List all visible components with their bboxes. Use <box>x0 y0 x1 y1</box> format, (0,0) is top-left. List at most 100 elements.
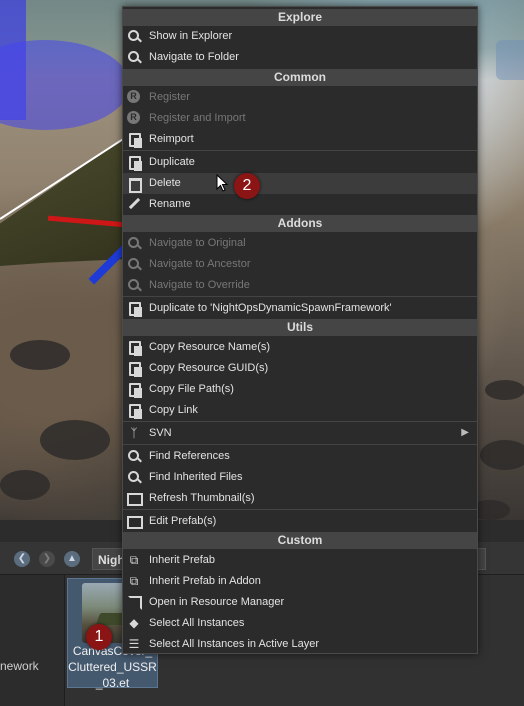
menu-item-find-inherited-files[interactable]: Find Inherited Files <box>123 467 477 488</box>
menu-item-label: SVN <box>149 427 172 439</box>
menu-item-label: Copy Link <box>149 404 198 416</box>
branch-icon: ᛉ <box>130 426 138 440</box>
menu-item-label: Inherit Prefab <box>149 554 216 566</box>
section-header-addons: Addons <box>123 215 477 232</box>
menu-item-inherit-prefab-in-addon[interactable]: ⧉ Inherit Prefab in Addon <box>123 571 477 592</box>
menu-item-navigate-to-folder[interactable]: Navigate to Folder <box>123 47 477 68</box>
menu-item-label: Navigate to Original <box>149 237 246 249</box>
search-icon <box>127 257 141 271</box>
section-header-explore: Explore <box>123 9 477 26</box>
registry-icon: R <box>127 90 141 104</box>
file-name-line: Cluttered_USSR <box>68 660 157 674</box>
menu-item-copy-file-paths[interactable]: Copy File Path(s) <box>123 379 477 400</box>
menu-item-select-all-instances[interactable]: ◆ Select All Instances <box>123 613 477 634</box>
reimport-icon <box>127 132 142 148</box>
submenu-arrow-icon: ▶ <box>461 427 469 438</box>
menu-item-navigate-to-override[interactable]: Navigate to Override <box>123 275 477 296</box>
menu-item-label: Register <box>149 91 190 103</box>
step-marker-2: 2 <box>234 173 260 199</box>
layers-icon: ☰ <box>128 637 140 651</box>
registry-icon: R <box>127 111 141 125</box>
menu-item-delete[interactable]: Delete <box>123 173 477 194</box>
section-header-utils: Utils <box>123 319 477 336</box>
file-name-line: _03.et <box>95 676 130 690</box>
menu-item-show-in-explorer[interactable]: Show in Explorer <box>123 26 477 47</box>
menu-item-navigate-to-ancestor[interactable]: Navigate to Ancestor <box>123 254 477 275</box>
menu-item-select-all-instances-active-layer[interactable]: ☰ Select All Instances in Active Layer <box>123 634 477 655</box>
search-icon <box>127 278 141 292</box>
search-icon <box>127 470 141 484</box>
menu-item-copy-resource-guids[interactable]: Copy Resource GUID(s) <box>123 358 477 379</box>
section-header-custom: Custom <box>123 532 477 549</box>
external-link-icon <box>127 595 142 610</box>
rock <box>485 380 524 400</box>
menu-separator <box>123 421 477 422</box>
up-icon[interactable]: ▲ <box>64 551 80 567</box>
menu-item-rename[interactable]: Rename <box>123 194 477 215</box>
menu-item-label: Duplicate <box>149 156 195 168</box>
menu-item-duplicate[interactable]: Duplicate <box>123 152 477 173</box>
menu-item-label: Reimport <box>149 133 194 145</box>
menu-item-label: Copy Resource Name(s) <box>149 341 271 353</box>
back-icon[interactable]: ❮ <box>14 551 30 567</box>
viewport-gizmo <box>496 40 524 80</box>
menu-item-label: Select All Instances <box>149 617 245 629</box>
menu-item-inherit-prefab[interactable]: ⧉ Inherit Prefab <box>123 550 477 571</box>
pencil-icon <box>127 197 141 211</box>
rock <box>480 440 524 470</box>
menu-item-label: Inherit Prefab in Addon <box>149 575 261 587</box>
menu-item-register[interactable]: R Register <box>123 87 477 108</box>
menu-item-label: Find Inherited Files <box>149 471 243 483</box>
menu-item-label: Copy File Path(s) <box>149 383 234 395</box>
rock <box>40 420 110 460</box>
menu-item-label: Delete <box>149 177 181 189</box>
image-icon <box>127 491 143 506</box>
step-marker-1: 1 <box>86 624 112 650</box>
search-icon <box>127 29 141 43</box>
rock <box>10 340 70 370</box>
menu-separator <box>123 509 477 510</box>
menu-separator <box>123 150 477 151</box>
menu-item-label: Copy Resource GUID(s) <box>149 362 269 374</box>
edit-icon <box>127 514 143 529</box>
menu-item-navigate-to-original[interactable]: Navigate to Original <box>123 233 477 254</box>
folder-tree[interactable] <box>0 575 65 706</box>
menu-item-label: Navigate to Ancestor <box>149 258 251 270</box>
copy-icon <box>127 382 142 398</box>
copy-icon <box>127 361 142 377</box>
menu-item-open-in-resource-manager[interactable]: Open in Resource Manager <box>123 592 477 613</box>
menu-item-label: Show in Explorer <box>149 30 233 42</box>
section-header-common: Common <box>123 69 477 86</box>
menu-item-svn[interactable]: ᛉ SVN ▶ <box>123 423 477 444</box>
context-menu: Explore Show in Explorer Navigate to Fol… <box>122 6 478 654</box>
search-icon <box>127 236 141 250</box>
menu-item-label: Register and Import <box>149 112 246 124</box>
rock <box>0 470 50 500</box>
menu-item-edit-prefabs[interactable]: Edit Prefab(s) <box>123 511 477 532</box>
select-all-icon: ◆ <box>129 616 139 630</box>
menu-item-label: Select All Instances in Active Layer <box>149 638 319 650</box>
menu-item-label: Edit Prefab(s) <box>149 515 217 527</box>
menu-item-copy-resource-names[interactable]: Copy Resource Name(s) <box>123 337 477 358</box>
tree-item-label[interactable]: nework <box>0 659 39 673</box>
menu-item-label: Open in Resource Manager <box>149 596 285 608</box>
menu-item-refresh-thumbnails[interactable]: Refresh Thumbnail(s) <box>123 488 477 509</box>
menu-item-find-references[interactable]: Find References <box>123 446 477 467</box>
menu-item-copy-link[interactable]: Copy Link <box>123 400 477 421</box>
menu-item-register-and-import[interactable]: R Register and Import <box>123 108 477 129</box>
search-icon <box>127 449 141 463</box>
duplicate-icon <box>127 155 142 171</box>
forward-icon[interactable]: ❯ <box>39 551 55 567</box>
menu-item-duplicate-to-addon[interactable]: Duplicate to 'NightOpsDynamicSpawnFramew… <box>123 298 477 319</box>
menu-item-label: Find References <box>149 450 230 462</box>
menu-item-reimport[interactable]: Reimport <box>123 129 477 150</box>
menu-item-label: Rename <box>149 198 191 210</box>
menu-item-label: Refresh Thumbnail(s) <box>149 492 255 504</box>
trash-icon <box>127 176 142 193</box>
inherit-icon: ⧉ <box>129 574 139 588</box>
inherit-icon: ⧉ <box>129 553 139 567</box>
menu-separator <box>123 444 477 445</box>
copy-icon <box>127 340 142 356</box>
mouse-cursor-icon <box>216 174 229 192</box>
search-icon <box>127 50 141 64</box>
